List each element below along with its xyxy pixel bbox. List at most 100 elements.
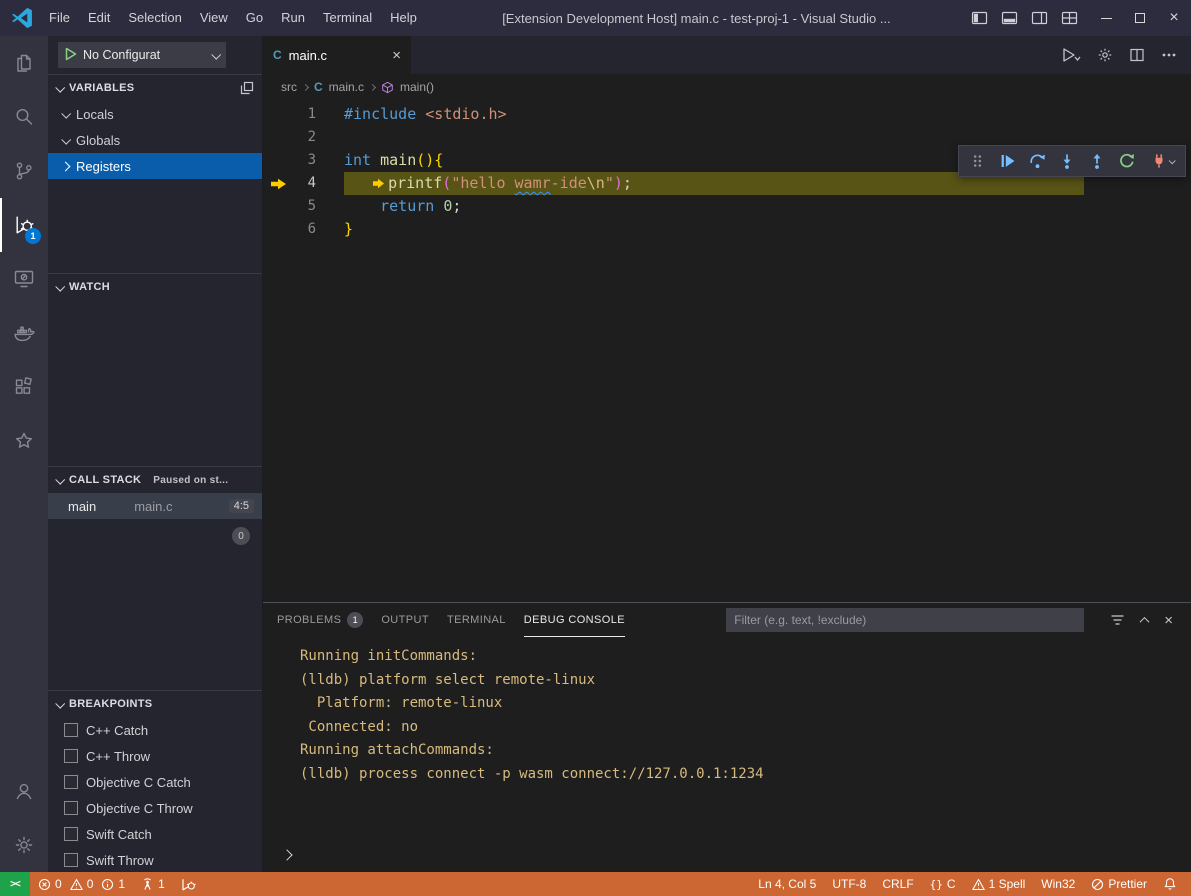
variables-item-globals[interactable]: Globals bbox=[48, 127, 262, 153]
activitybar-accounts[interactable] bbox=[0, 764, 48, 818]
start-debugging-icon[interactable] bbox=[65, 47, 77, 64]
drag-handle-button[interactable] bbox=[962, 147, 992, 175]
disconnect-button[interactable] bbox=[1142, 147, 1182, 175]
menu-run[interactable]: Run bbox=[272, 0, 314, 36]
platform-indicator[interactable]: Win32 bbox=[1033, 872, 1083, 896]
watch-section-header[interactable]: WATCH bbox=[48, 274, 262, 300]
panel-tab-problems[interactable]: PROBLEMS1 bbox=[277, 603, 363, 637]
variables-item-locals[interactable]: Locals bbox=[48, 101, 262, 127]
menu-help[interactable]: Help bbox=[381, 0, 426, 36]
activitybar-favorites[interactable] bbox=[0, 414, 48, 468]
panel-tab-terminal[interactable]: TERMINAL bbox=[447, 603, 506, 637]
toggle-panel-icon[interactable] bbox=[997, 3, 1023, 33]
activitybar-docker[interactable] bbox=[0, 306, 48, 360]
code-line-1[interactable]: 1#include <stdio.h> bbox=[263, 103, 1191, 126]
more-actions-icon[interactable] bbox=[1161, 47, 1177, 63]
callstack-section-header[interactable]: CALL STACK Paused on st... bbox=[48, 467, 262, 493]
panel-tab-debug-console[interactable]: DEBUG CONSOLE bbox=[524, 603, 625, 637]
breadcrumb-symbol[interactable]: main() bbox=[400, 80, 434, 94]
activitybar-explorer[interactable] bbox=[0, 36, 48, 90]
split-editor-icon[interactable] bbox=[1129, 47, 1145, 63]
step-into-button[interactable] bbox=[1052, 147, 1082, 175]
checkbox[interactable] bbox=[64, 827, 78, 841]
tab-main-c[interactable]: C main.c × bbox=[263, 36, 411, 74]
breakpoints-section-header[interactable]: BREAKPOINTS bbox=[48, 691, 262, 717]
checkbox[interactable] bbox=[64, 853, 78, 867]
language-mode[interactable]: {}C bbox=[922, 872, 964, 896]
circle-slash-icon bbox=[1091, 878, 1104, 891]
remote-indicator[interactable]: >< bbox=[0, 872, 30, 896]
spell-checker-status[interactable]: 1 Spell bbox=[964, 872, 1034, 896]
formatter-status[interactable]: Prettier bbox=[1083, 872, 1155, 896]
glyph-margin[interactable] bbox=[263, 126, 291, 149]
close-tab-icon[interactable]: × bbox=[392, 48, 401, 63]
variables-action-icon[interactable] bbox=[240, 81, 254, 95]
eol-indicator[interactable]: CRLF bbox=[874, 872, 921, 896]
activitybar-run-and-debug[interactable]: 1 bbox=[0, 198, 48, 252]
toggle-sidebar-icon[interactable] bbox=[967, 3, 993, 33]
breadcrumb-folder[interactable]: src bbox=[281, 80, 297, 94]
toggle-secondary-sidebar-icon[interactable] bbox=[1027, 3, 1053, 33]
run-file-button[interactable] bbox=[1061, 47, 1081, 63]
code-text: return 0; bbox=[316, 195, 461, 218]
activitybar-source-control[interactable] bbox=[0, 144, 48, 198]
menu-edit[interactable]: Edit bbox=[79, 0, 119, 36]
console-input-prompt[interactable] bbox=[283, 846, 291, 864]
cursor-position[interactable]: Ln 4, Col 5 bbox=[750, 872, 824, 896]
menu-view[interactable]: View bbox=[191, 0, 237, 36]
menu-file[interactable]: File bbox=[40, 0, 79, 36]
breadcrumb-file[interactable]: main.c bbox=[329, 80, 364, 94]
maximize-button[interactable] bbox=[1123, 0, 1157, 36]
minimize-button[interactable] bbox=[1089, 0, 1123, 36]
close-button[interactable]: × bbox=[1157, 0, 1191, 36]
restart-button[interactable] bbox=[1112, 147, 1142, 175]
console-filter-input[interactable] bbox=[726, 608, 1084, 632]
callstack-frame[interactable]: main main.c 4:5 bbox=[48, 493, 262, 519]
ports-status[interactable]: 1 bbox=[133, 872, 173, 896]
bottom-panel: PROBLEMS1OUTPUTTERMINALDEBUG CONSOLE × R… bbox=[263, 602, 1191, 872]
glyph-margin[interactable] bbox=[263, 103, 291, 126]
breakpoint-swift-throw[interactable]: Swift Throw bbox=[48, 847, 262, 872]
activitybar-remote-explorer[interactable] bbox=[0, 252, 48, 306]
activitybar-search[interactable] bbox=[0, 90, 48, 144]
variables-section-header[interactable]: VARIABLES bbox=[48, 75, 262, 101]
filter-icon[interactable] bbox=[1110, 613, 1125, 627]
glyph-margin[interactable] bbox=[263, 218, 291, 241]
checkbox[interactable] bbox=[64, 801, 78, 815]
encoding-indicator[interactable]: UTF-8 bbox=[824, 872, 874, 896]
menu-selection[interactable]: Selection bbox=[119, 0, 190, 36]
variables-item-registers[interactable]: Registers bbox=[48, 153, 262, 179]
panel-tab-output[interactable]: OUTPUT bbox=[381, 603, 429, 637]
launch-config-dropdown[interactable]: No Configurat bbox=[58, 42, 226, 68]
close-panel-icon[interactable]: × bbox=[1164, 612, 1173, 629]
checkbox[interactable] bbox=[64, 723, 78, 737]
current-line-arrow-icon[interactable] bbox=[263, 172, 291, 195]
breakpoint-c-catch[interactable]: C++ Catch bbox=[48, 717, 262, 743]
breakpoint-objective-c-throw[interactable]: Objective C Throw bbox=[48, 795, 262, 821]
debug-status[interactable] bbox=[173, 872, 204, 896]
code-editor[interactable]: 1#include <stdio.h>23int main(){4 printf… bbox=[263, 100, 1191, 602]
breakpoint-swift-catch[interactable]: Swift Catch bbox=[48, 821, 262, 847]
code-line-5[interactable]: 5 return 0; bbox=[263, 195, 1191, 218]
notifications-bell[interactable] bbox=[1155, 872, 1185, 896]
customize-layout-icon[interactable] bbox=[1057, 3, 1083, 33]
problems-status[interactable]: 0 0 1 bbox=[30, 872, 133, 896]
menu-go[interactable]: Go bbox=[237, 0, 272, 36]
breakpoint-objective-c-catch[interactable]: Objective C Catch bbox=[48, 769, 262, 795]
activitybar-extensions[interactable] bbox=[0, 360, 48, 414]
gear-icon[interactable] bbox=[1097, 47, 1113, 63]
code-line-6[interactable]: 6} bbox=[263, 218, 1191, 241]
maximize-panel-icon[interactable] bbox=[1141, 617, 1148, 624]
menu-terminal[interactable]: Terminal bbox=[314, 0, 381, 36]
continue-button[interactable] bbox=[992, 147, 1022, 175]
glyph-margin[interactable] bbox=[263, 195, 291, 218]
glyph-margin[interactable] bbox=[263, 149, 291, 172]
activitybar-settings[interactable] bbox=[0, 818, 48, 872]
console-line: (lldb) process connect -p wasm connect:/… bbox=[300, 763, 1191, 787]
breakpoint-c-throw[interactable]: C++ Throw bbox=[48, 743, 262, 769]
checkbox[interactable] bbox=[64, 749, 78, 763]
step-over-button[interactable] bbox=[1022, 147, 1052, 175]
breakpoint-label: Swift Catch bbox=[86, 827, 152, 842]
step-out-button[interactable] bbox=[1082, 147, 1112, 175]
checkbox[interactable] bbox=[64, 775, 78, 789]
